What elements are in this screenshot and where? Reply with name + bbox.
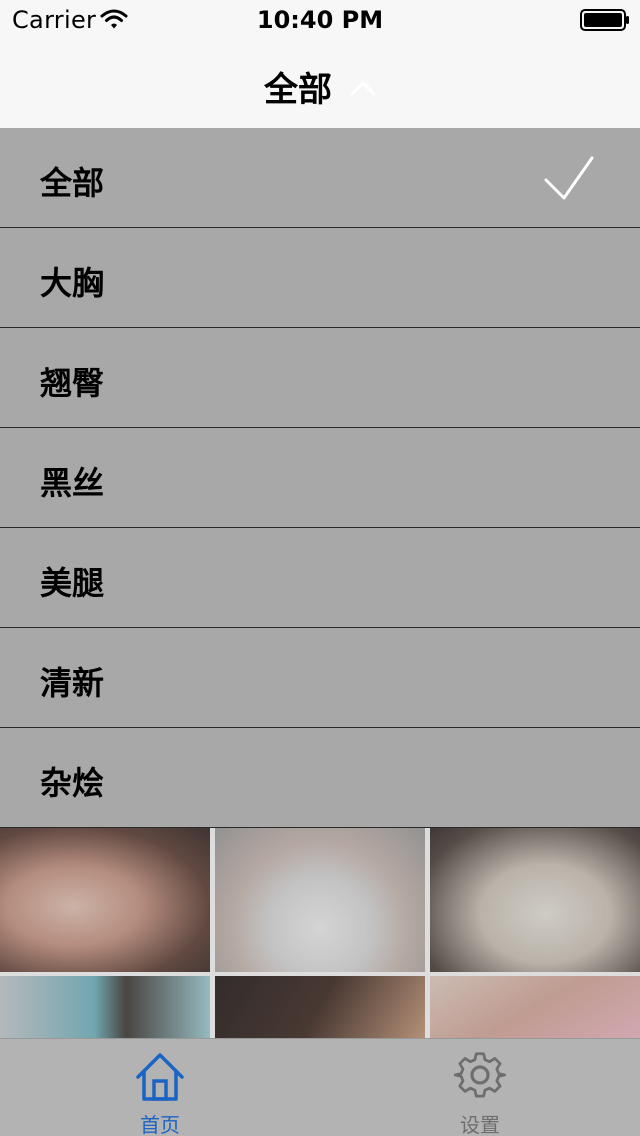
tab-home[interactable]: 首页	[0, 1039, 320, 1136]
navigation-bar: 全部	[0, 40, 640, 128]
category-label: 杂烩	[40, 764, 105, 802]
category-item[interactable]: 翘臀	[0, 328, 640, 428]
chevron-up-icon	[350, 81, 376, 95]
category-label: 美腿	[40, 564, 105, 602]
category-label: 全部	[40, 164, 105, 202]
category-item[interactable]: 清新	[0, 628, 640, 728]
checkmark-icon	[544, 156, 594, 200]
status-time: 10:40 PM	[256, 6, 384, 34]
status-bar: Carrier 10:40 PM	[0, 0, 640, 40]
category-item[interactable]: 大胸	[0, 228, 640, 328]
category-item[interactable]: 黑丝	[0, 428, 640, 528]
category-dropdown-list: 全部 大胸 翘臀 黑丝 美腿 清新 杂烩	[0, 128, 640, 828]
category-item[interactable]: 美腿	[0, 528, 640, 628]
category-item[interactable]: 全部	[0, 128, 640, 228]
tab-label: 首页	[140, 1113, 180, 1136]
tab-bar: 首页 设置	[0, 1038, 640, 1136]
gear-icon	[454, 1052, 506, 1098]
home-icon	[136, 1053, 184, 1101]
category-label: 翘臀	[40, 364, 105, 402]
app-screen: Carrier 10:40 PM 全部 全部 大胸 翘臀 黑丝 美腿 清新 杂烩…	[0, 0, 640, 1136]
category-label: 清新	[40, 664, 105, 702]
category-label: 黑丝	[40, 464, 105, 502]
tab-settings[interactable]: 设置	[320, 1039, 640, 1136]
battery-full-icon	[580, 9, 629, 31]
tab-label: 设置	[460, 1113, 500, 1136]
category-label: 大胸	[40, 264, 105, 302]
category-item[interactable]: 杂烩	[0, 728, 640, 828]
category-dropdown-toggle[interactable]: 全部	[0, 62, 640, 111]
nav-title: 全部	[264, 70, 332, 110]
